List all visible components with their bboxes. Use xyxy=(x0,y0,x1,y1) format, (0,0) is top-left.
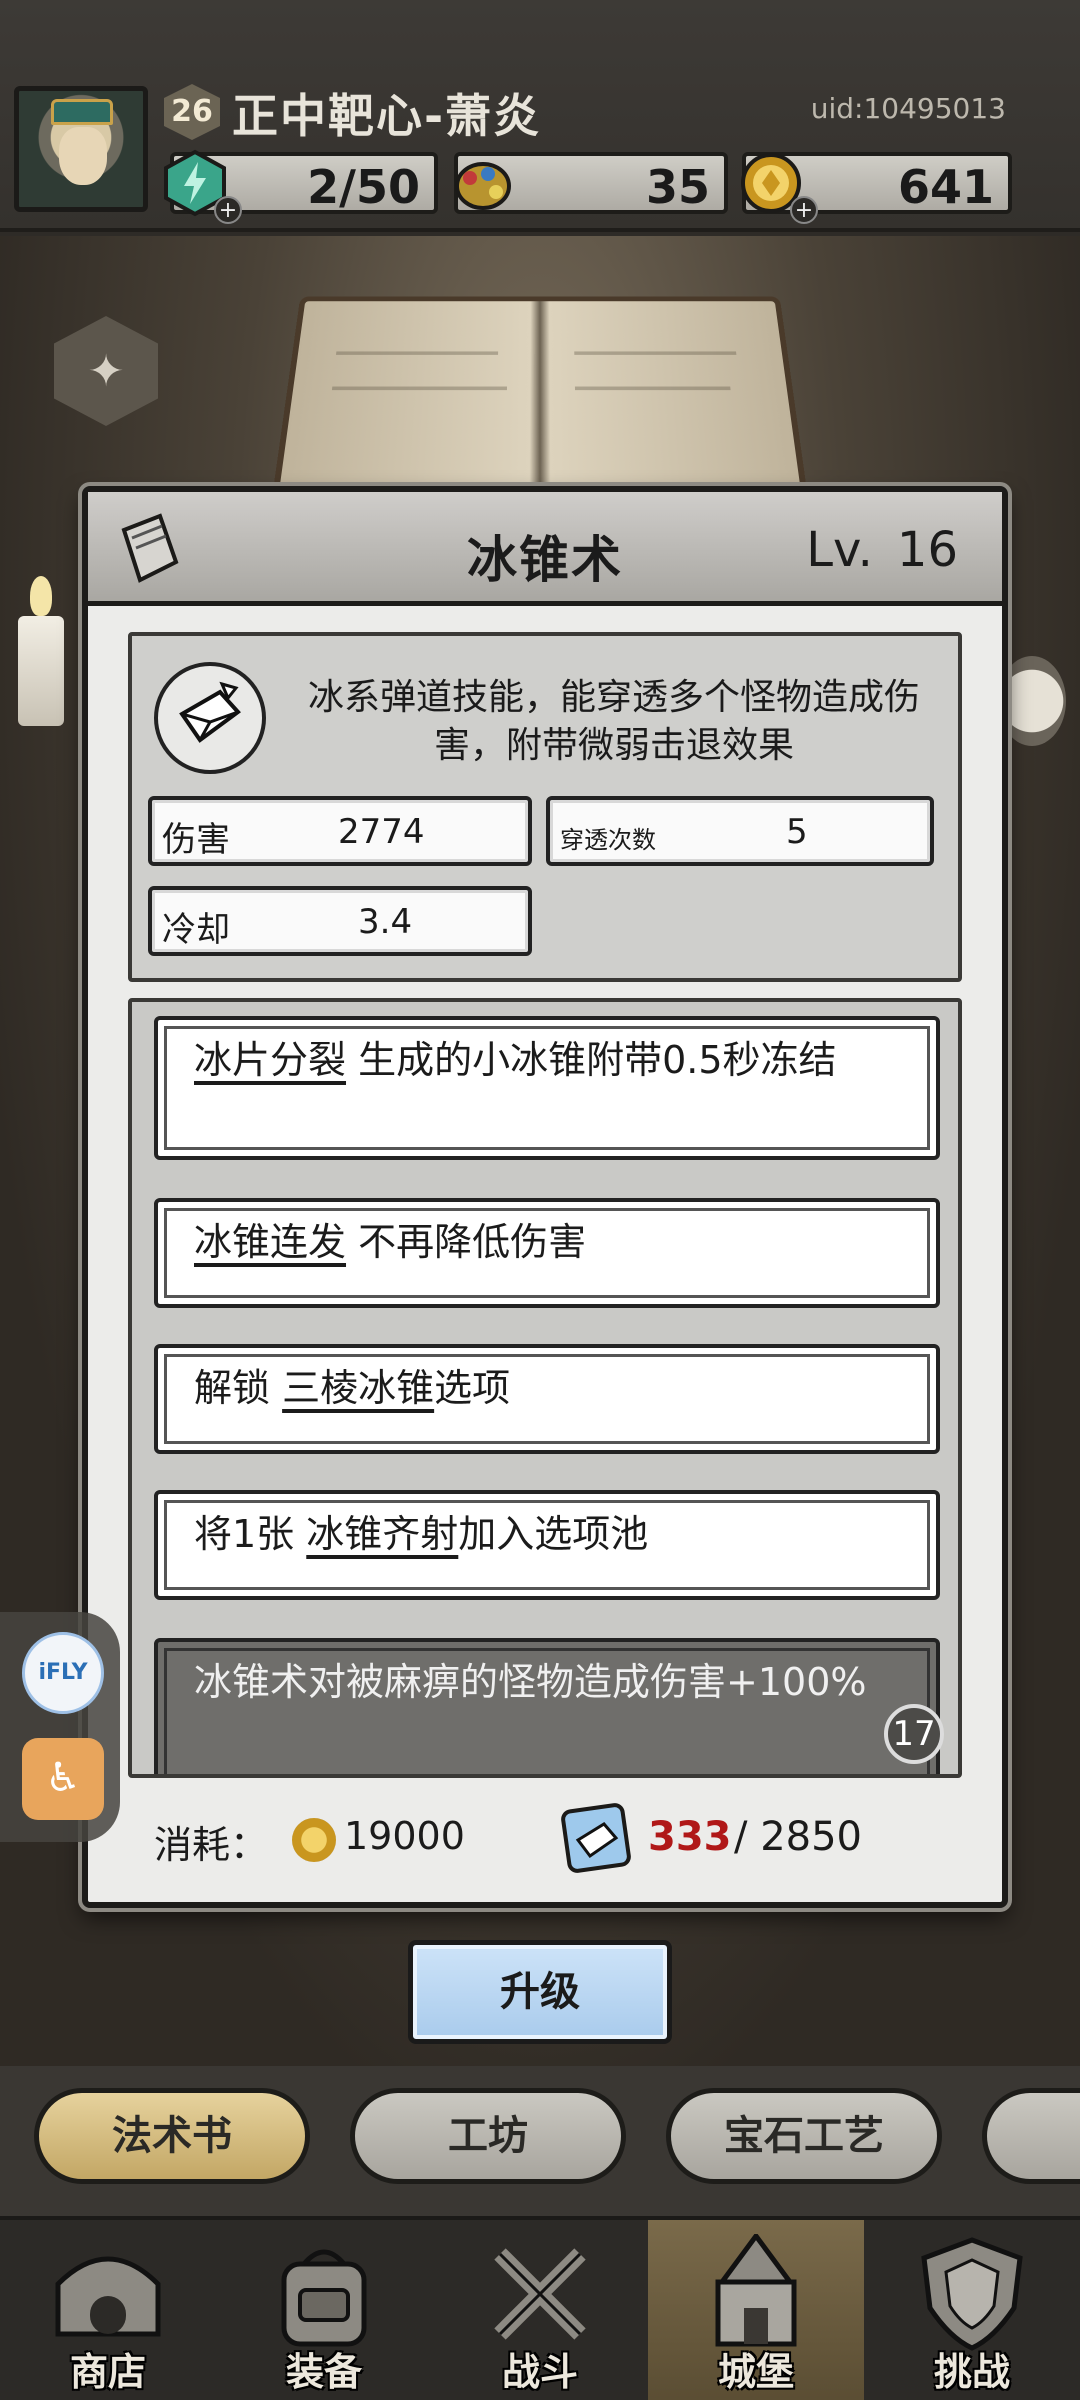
avatar-face xyxy=(59,127,107,185)
gold-coin-icon xyxy=(292,1818,336,1862)
skill-shard-icon xyxy=(561,1803,631,1873)
nav-castle[interactable]: 城堡 xyxy=(648,2220,864,2400)
nav-label: 装备 xyxy=(285,2350,362,2394)
top-header: 26 正中靶心-萧炎 uid:10495013 2/50 + 35 641 + xyxy=(0,0,1080,232)
energy-value: 2/50 xyxy=(307,160,420,214)
research-icon: ✦ xyxy=(54,316,158,426)
shard-required-value: / 2850 xyxy=(734,1814,862,1860)
pierce-stat: 穿透次数 5 xyxy=(546,796,934,866)
nav-label: 战斗 xyxy=(501,2350,578,2394)
candle-decoration xyxy=(18,616,64,726)
damage-label: 伤害 xyxy=(162,820,230,860)
player-uid: uid:10495013 xyxy=(810,92,1006,125)
panel-title-bar: 冰锥术 Lv. 16 xyxy=(88,492,1002,606)
crossed-swords-icon xyxy=(494,2248,586,2340)
player-avatar[interactable] xyxy=(14,86,148,212)
skill-description: 冰系弹道技能，能穿透多个怪物造成伤害，附带微弱击退效果 xyxy=(307,677,920,766)
level-effect-item: 冰片分裂 生成的小冰锥附带0.5秒冻结 xyxy=(154,1016,940,1160)
gem-icon xyxy=(455,162,511,210)
nav-battle[interactable]: 战斗 xyxy=(432,2220,648,2400)
effect-prefix: 将1张 xyxy=(194,1512,295,1556)
level-effects-list[interactable]: 冰片分裂 生成的小冰锥附带0.5秒冻结 冰锥连发 不再降低伤害 解锁 三棱冰锥选… xyxy=(128,998,962,1778)
damage-stat: 伤害 2774 xyxy=(148,796,532,866)
tab-workshop[interactable]: 工坊 xyxy=(350,2088,626,2184)
player-level-badge: 26 xyxy=(164,84,220,140)
shop-icon xyxy=(55,2256,161,2337)
pierce-label: 穿透次数 xyxy=(560,826,656,854)
locked-effect-item: 冰锥术对被麻痹的怪物造成伤害+100% xyxy=(154,1638,940,1774)
candle-flame-decoration xyxy=(30,576,52,616)
effect-text: 不再降低伤害 xyxy=(358,1220,587,1264)
nav-label: 挑战 xyxy=(933,2350,1010,2394)
cost-label: 消耗： xyxy=(154,1823,269,1867)
nav-label: 商店 xyxy=(69,2350,146,2394)
effect-keyword: 冰锥齐射 xyxy=(306,1512,459,1556)
cooldown-value: 3.4 xyxy=(358,902,413,942)
pocket-watch-decoration xyxy=(998,656,1066,746)
upgrade-button[interactable]: 升级 xyxy=(408,1940,672,2044)
nav-equipment[interactable]: 装备 xyxy=(216,2220,432,2400)
level-effect-item: 冰锥连发 不再降低伤害 xyxy=(154,1198,940,1308)
ice-crystal-icon xyxy=(179,681,241,743)
nav-challenge[interactable]: 挑战 xyxy=(864,2220,1080,2400)
skill-level-value: 16 xyxy=(896,522,958,578)
coin-value: 641 xyxy=(897,160,994,214)
bottom-navigation: 商店 装备 战斗 城堡 挑战 xyxy=(0,2216,1080,2400)
avatar-hat xyxy=(51,99,113,125)
backpack-icon xyxy=(281,2249,367,2347)
locked-effect-text: 冰锥术对被麻痹的怪物造成伤害+100% xyxy=(194,1660,867,1704)
research-button[interactable]: ✦ 秘研 xyxy=(54,316,158,534)
cooldown-stat: 冷却 3.4 xyxy=(148,886,532,956)
ice-cone-skill-icon xyxy=(154,662,266,774)
energy-plus-button[interactable]: + xyxy=(214,196,242,224)
effect-keyword: 三棱冰锥 xyxy=(282,1366,435,1410)
effect-text: 选项 xyxy=(434,1366,511,1410)
effect-text: 加入选项池 xyxy=(458,1512,649,1556)
tab-more[interactable] xyxy=(982,2088,1080,2184)
tab-gem-craft[interactable]: 宝石工艺 xyxy=(666,2088,942,2184)
gold-cost-value: 19000 xyxy=(344,1814,465,1858)
category-tab-row: 法术书 工坊 宝石工艺 xyxy=(0,2066,1080,2216)
tab-spellbook[interactable]: 法术书 xyxy=(34,2088,310,2184)
accessibility-icon: ♿ xyxy=(45,1755,81,1801)
effect-prefix: 解锁 xyxy=(194,1366,271,1410)
level-effect-item: 解锁 三棱冰锥选项 xyxy=(154,1344,940,1454)
skill-info-box: 冰系弹道技能，能穿透多个怪物造成伤害，附带微弱击退效果 伤害 2774 穿透次数… xyxy=(128,632,962,982)
level-effect-item: 将1张 冰锥齐射加入选项池 xyxy=(154,1490,940,1600)
gem-value: 35 xyxy=(645,160,710,214)
effect-keyword: 冰片分裂 xyxy=(194,1038,347,1082)
skill-level: Lv. 16 xyxy=(806,522,958,578)
nav-label: 城堡 xyxy=(717,2350,794,2394)
upgrade-cost-row: 消耗： 19000 333 / 2850 xyxy=(154,1803,954,1876)
shield-icon xyxy=(921,2237,1023,2351)
coin-plus-button[interactable]: + xyxy=(790,196,818,224)
accessibility-button[interactable]: ♿ xyxy=(22,1738,104,1820)
skill-level-prefix: Lv. xyxy=(806,522,873,578)
nav-shop[interactable]: 商店 xyxy=(0,2220,216,2400)
castle-wizard-icon xyxy=(715,2234,797,2347)
pierce-value: 5 xyxy=(786,812,808,852)
player-name: 正中靶心-萧炎 xyxy=(232,89,542,143)
cooldown-label: 冷却 xyxy=(162,910,230,950)
shard-owned-value: 333 xyxy=(648,1814,732,1860)
effect-keyword: 冰锥连发 xyxy=(194,1220,347,1264)
ifly-button[interactable]: iFLY xyxy=(22,1632,104,1714)
damage-value: 2774 xyxy=(338,812,425,852)
unlock-level-badge: 17 xyxy=(884,1704,944,1764)
floating-assistant-bar: iFLY ♿ xyxy=(0,1612,120,1842)
effect-text: 生成的小冰锥附带0.5秒冻结 xyxy=(358,1038,837,1082)
skill-detail-panel: 冰锥术 Lv. 16 冰系弹道技能，能穿透多个怪物造成伤害，附带微弱击退效果 伤害… xyxy=(82,486,1008,1908)
